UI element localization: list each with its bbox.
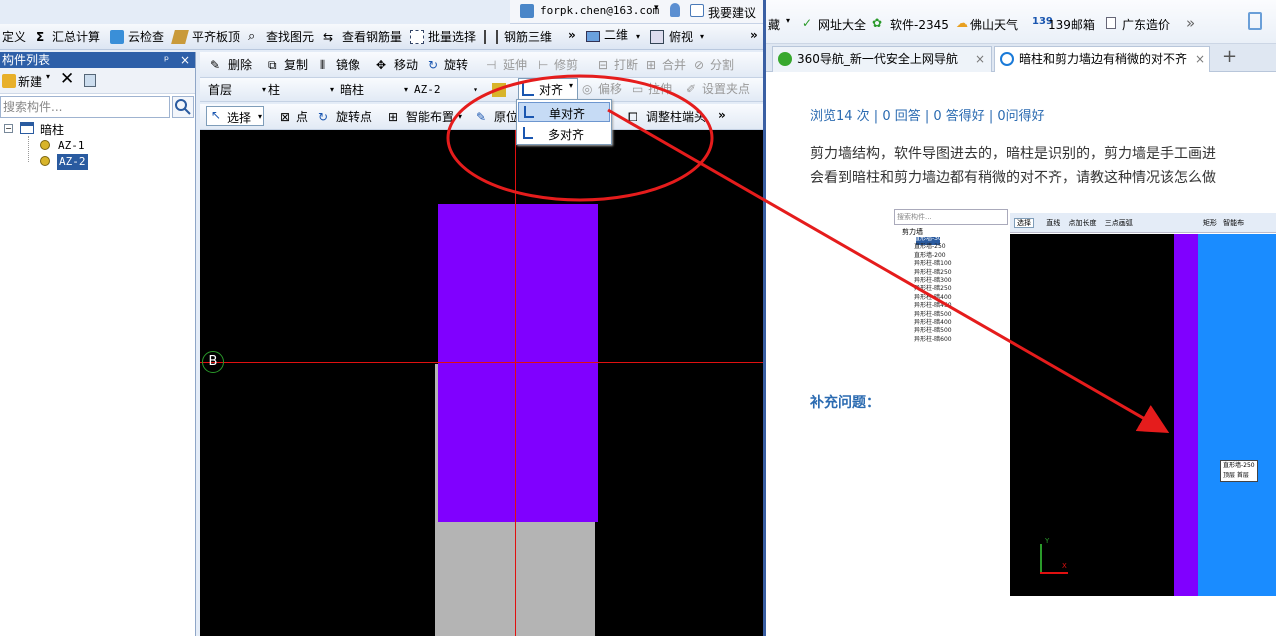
annotation-overlay	[446, 74, 1170, 433]
annotation-arrow	[607, 108, 1170, 433]
highlight-ellipse	[446, 74, 714, 202]
